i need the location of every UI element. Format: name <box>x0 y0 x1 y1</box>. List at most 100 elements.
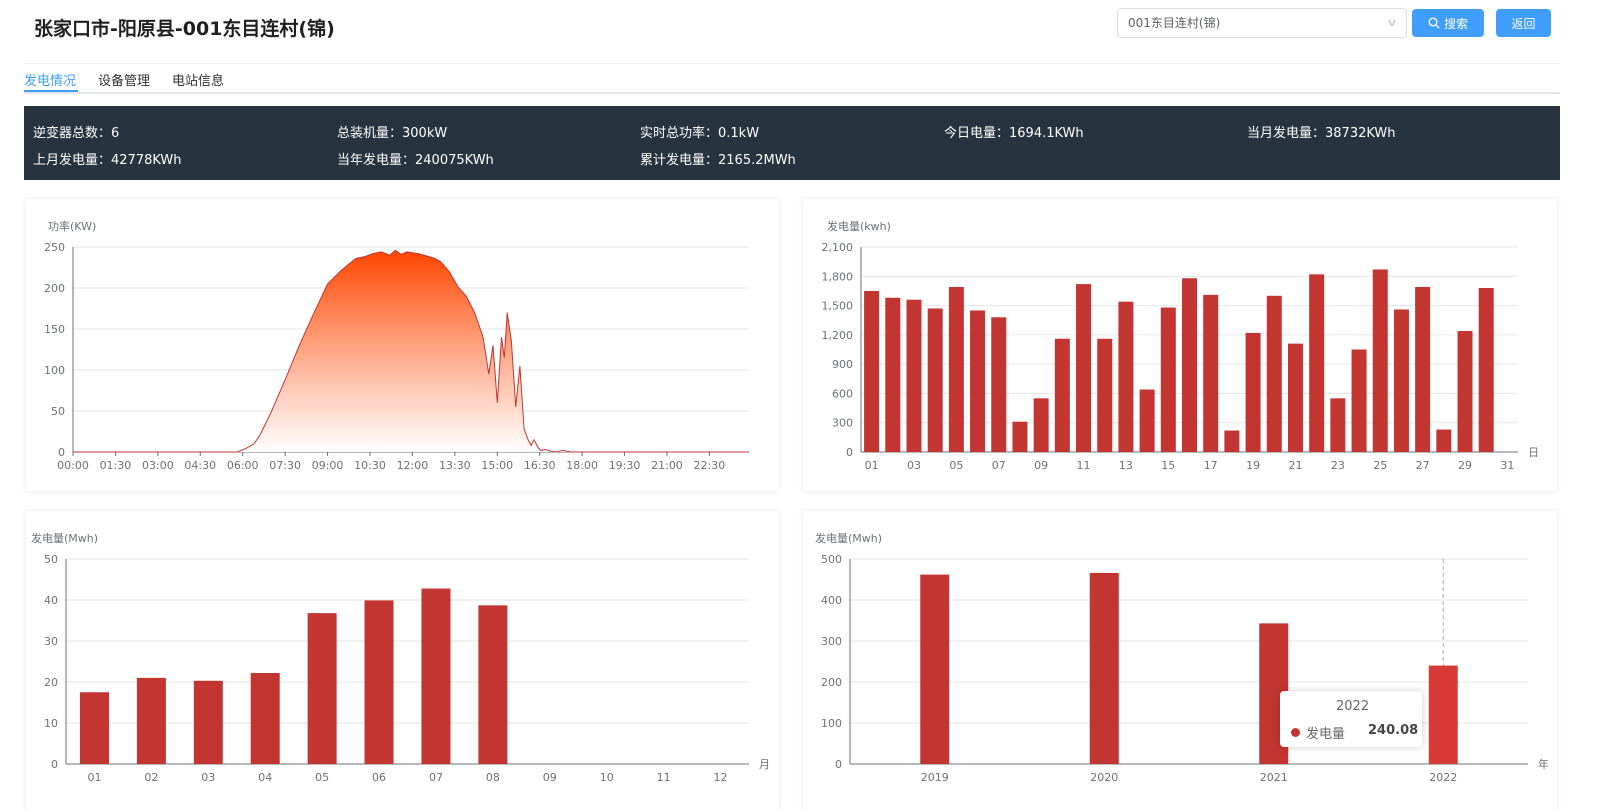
x-tick-label: 05 <box>949 459 963 472</box>
x-tick-label: 11 <box>657 771 671 784</box>
monthly-energy-panel: 0 10 20 30 40 50 发电量(Mwh) 01 02 03 04 05 06 07 08 09 10 1… <box>26 511 779 810</box>
back-button[interactable]: 返回 <box>1496 9 1551 37</box>
search-button-label: 搜索 <box>1443 16 1468 31</box>
x-tick-label: 03:00 <box>142 459 174 472</box>
bar <box>1415 287 1431 452</box>
y-tick-label: 50 <box>51 405 65 418</box>
x-tick-label: 12:00 <box>397 459 429 472</box>
y-axis-label: 发电量(Mwh) <box>815 531 882 545</box>
y-tick-label: 300 <box>832 417 853 430</box>
search-button[interactable]: 搜索 <box>1412 9 1484 37</box>
bar <box>1372 269 1388 452</box>
daily-energy-chart[interactable]: 0 300 600 900 1,200 1,500 1,800 2,100 发电量(kwh) 01… <box>803 199 1557 491</box>
tab-power-generation[interactable]: 发电情况 <box>24 70 76 89</box>
bar <box>1076 284 1092 452</box>
bar <box>1351 349 1367 452</box>
bar <box>79 692 109 764</box>
x-tick-label: 17 <box>1204 459 1218 472</box>
bar <box>1393 309 1409 452</box>
stat-today-energy: 今日电量：1694.1KWh <box>944 126 1084 141</box>
x-tick-label: 15:00 <box>481 459 513 472</box>
y-tick-label: 300 <box>821 635 842 648</box>
bar <box>948 287 964 452</box>
bar <box>1245 332 1261 452</box>
bar <box>421 588 451 764</box>
tooltip-series-name: 发电量 <box>1306 727 1346 742</box>
bar <box>1160 307 1176 452</box>
bar <box>1118 301 1134 452</box>
y-tick-label: 1,200 <box>822 329 854 342</box>
x-tick-label: 16:30 <box>524 459 556 472</box>
x-tick-label: 01 <box>865 459 879 472</box>
x-tick-label: 23 <box>1331 459 1345 472</box>
bar <box>307 613 337 764</box>
y-tick-label: 20 <box>44 676 58 689</box>
y-tick-label: 40 <box>44 594 58 607</box>
bar <box>1428 665 1458 764</box>
y-tick-label: 200 <box>44 282 65 295</box>
page-title: 张家口市-阳原县-001东目连村(锦) <box>34 18 335 40</box>
bar <box>364 600 394 764</box>
daily-energy-panel: 0 300 600 900 1,200 1,500 1,800 2,100 发电量(kwh) 01… <box>803 199 1557 491</box>
stat-month-energy: 当月发电量：38732KWh <box>1247 126 1396 141</box>
y-tick-label: 50 <box>44 553 58 566</box>
active-tab-indicator <box>24 90 78 92</box>
power-area-fill <box>73 250 749 452</box>
x-tick-label: 19 <box>1246 459 1260 472</box>
y-tick-label: 250 <box>44 241 65 254</box>
bar <box>1224 430 1240 452</box>
x-tick-label: 22:30 <box>694 459 726 472</box>
x-tick-label: 31 <box>1500 459 1514 472</box>
stat-installed-capacity: 总装机量：300kW <box>337 126 448 141</box>
y-tick-label: 0 <box>835 758 842 771</box>
x-tick-label: 03 <box>907 459 921 472</box>
x-tick-label: 21:00 <box>651 459 683 472</box>
chevron-down-icon: ∨ <box>1386 16 1398 29</box>
y-tick-label: 0 <box>58 446 65 459</box>
tooltip-title: 2022 <box>1336 699 1370 714</box>
y-tick-label: 0 <box>846 446 853 459</box>
x-axis-unit-label: 月 <box>759 758 770 771</box>
x-tick-label: 04 <box>258 771 272 784</box>
bar <box>1309 274 1325 452</box>
station-select[interactable]: 001东目连村(锦) ∨ <box>1117 8 1407 38</box>
bar <box>478 605 508 764</box>
bar <box>1287 343 1303 452</box>
tab-device-management[interactable]: 设备管理 <box>98 70 150 89</box>
bar <box>1203 294 1219 452</box>
y-tick-label: 30 <box>44 635 58 648</box>
x-tick-label: 13 <box>1119 459 1133 472</box>
stat-inverter-count: 逆变器总数：6 <box>33 126 120 141</box>
y-tick-label: 150 <box>44 323 65 336</box>
y-tick-label: 400 <box>821 594 842 607</box>
y-axis-label: 功率(KW) <box>48 219 96 233</box>
x-tick-label: 11 <box>1077 459 1091 472</box>
x-tick-label: 09 <box>1034 459 1048 472</box>
y-tick-label: 10 <box>44 717 58 730</box>
x-tick-label: 27 <box>1416 459 1430 472</box>
x-tick-label: 10 <box>600 771 614 784</box>
x-tick-label: 05 <box>315 771 329 784</box>
y-axis-label: 发电量(kwh) <box>827 219 891 233</box>
y-tick-label: 0 <box>51 758 58 771</box>
x-tick-label: 07 <box>429 771 443 784</box>
back-button-label: 返回 <box>1511 16 1536 31</box>
tab-station-info[interactable]: 电站信息 <box>172 70 224 89</box>
x-tick-label: 07 <box>992 459 1006 472</box>
x-tick-label: 2022 <box>1429 771 1457 784</box>
power-curve-chart[interactable]: 0 50 100 150 200 250 功率(KW) 00:00 01:30 03:00 04:3… <box>26 199 779 491</box>
x-tick-label: 09:00 <box>312 459 344 472</box>
x-tick-label: 10:30 <box>354 459 386 472</box>
bar <box>1012 421 1028 452</box>
stats-bar: 逆变器总数：6 总装机量：300kW 实时总功率：0.1kW 今日电量：1694… <box>24 106 1560 180</box>
bar <box>1182 278 1197 452</box>
bar <box>920 574 950 764</box>
x-tick-label: 25 <box>1373 459 1387 472</box>
x-tick-label: 2019 <box>921 771 949 784</box>
yearly-energy-chart[interactable]: 0 100 200 300 400 500 发电量(Mwh) 2019 2020 2021 2022… <box>803 511 1557 810</box>
monthly-energy-chart[interactable]: 0 10 20 30 40 50 发电量(Mwh) 01 02 03 04 05 06 07 08 09 10 1… <box>26 511 779 810</box>
x-axis-unit-label: 日 <box>1528 446 1539 459</box>
x-tick-label: 07:30 <box>269 459 301 472</box>
x-tick-label: 01:30 <box>100 459 132 472</box>
bar <box>970 310 986 452</box>
